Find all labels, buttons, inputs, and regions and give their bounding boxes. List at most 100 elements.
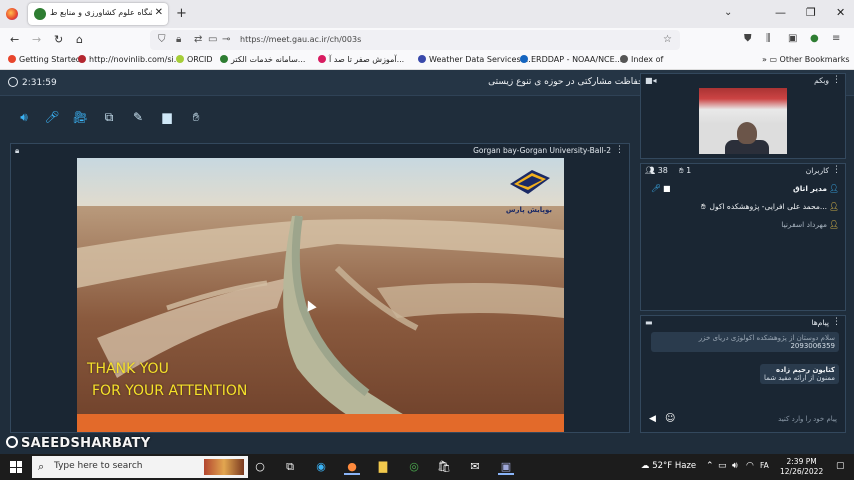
list-item[interactable]: ✋︎ محمد علی افرایی- پژوهشکده اکول... 👤︎ — [641, 199, 845, 217]
pocket-icon[interactable]: ⛊ — [744, 33, 752, 44]
wifi-icon[interactable]: ◠ — [746, 461, 754, 471]
bookmark-star-icon[interactable]: ☆ — [663, 34, 672, 45]
close-tab-icon[interactable]: ✕ — [155, 7, 163, 18]
camera-icon[interactable]: ■ — [663, 184, 671, 193]
microphone-icon[interactable]: 🎤︎ — [42, 108, 62, 126]
microphone-icon[interactable]: 🎤︎ — [651, 184, 661, 193]
bookmark-item[interactable]: سامانه خدمات الکتر... — [220, 55, 305, 64]
send-icon[interactable]: ◀ — [649, 414, 656, 424]
language-indicator[interactable]: FA — [760, 461, 769, 470]
mail-icon[interactable]: ✉ — [467, 459, 483, 475]
file-explorer-icon[interactable]: ▇ — [375, 459, 391, 475]
users-title: کاربران — [805, 166, 829, 175]
chat-header: ▬ پیام‌ها ⋮ — [641, 316, 845, 330]
folder-icon[interactable]: ▆ — [157, 108, 177, 126]
bookmark-label: سامانه خدمات الکتر... — [231, 55, 306, 64]
more-options-icon[interactable]: ⋮ — [832, 317, 841, 327]
volume-icon[interactable]: 🔊︎ — [732, 461, 738, 471]
browser-nav-bar: ← → ↻ ⌂ ⛉ 🔒︎ ⇄ ▭ ⊸ https://meet.gau.ac.i… — [0, 28, 854, 52]
list-item[interactable]: مهرداد اسفرنيا 👤︎ — [641, 217, 845, 235]
bookmark-favicon-icon — [8, 55, 16, 63]
bookmark-item[interactable]: http://novinlib.com/si... — [78, 55, 181, 64]
bookmark-item[interactable]: Index of — [620, 55, 663, 64]
chat-input[interactable]: ◀ ☺ پیام خود را وارد کنید — [645, 412, 841, 428]
tray-chevron-icon[interactable]: ⌃ — [706, 461, 714, 471]
address-bar[interactable]: ⛉ 🔒︎ ⇄ ▭ ⊸ https://meet.gau.ac.ir/ch/003… — [150, 30, 680, 50]
bookmark-label: Getting Started — [19, 55, 81, 64]
window-close-icon[interactable]: ✕ — [836, 6, 845, 19]
key-icon[interactable]: ⊸ — [222, 34, 230, 45]
bookmark-favicon-icon — [78, 55, 86, 63]
taskbar-clock[interactable]: 2:39 PM 12/26/2022 — [780, 457, 823, 477]
video-background — [699, 88, 787, 124]
bookmark-item[interactable]: Getting Started — [8, 55, 81, 64]
forward-icon[interactable]: → — [32, 33, 41, 46]
more-options-icon[interactable]: ⋮ — [832, 165, 841, 175]
chat-icon: ▬ — [645, 318, 653, 327]
lock-icon[interactable]: 🔒︎ — [15, 146, 19, 156]
edge-icon[interactable]: ◉ — [313, 459, 329, 475]
camera-permission-icon[interactable]: ▭ — [208, 34, 217, 45]
notifications-icon[interactable]: ▢ — [836, 461, 845, 471]
speaker-icon[interactable]: 🔊︎ — [14, 108, 34, 126]
watermark-text: SAEEDSHARBATY — [21, 436, 151, 451]
app-taskbar-icon[interactable]: ▣ — [498, 459, 514, 475]
bookmark-item[interactable]: ERDDAP - NOAA/NCE... — [520, 55, 622, 64]
permissions-icon[interactable]: ⇄ — [194, 34, 202, 45]
presentation-name: Gorgan bay-Gorgan University-Ball-2 — [473, 146, 611, 155]
app-menu-icon[interactable]: ≡ — [832, 33, 840, 44]
webcam-panel: ■◂ وبکم ⋮ — [640, 73, 846, 159]
user-count-value: 38 — [657, 166, 668, 175]
bookmark-item[interactable]: ORCID — [176, 55, 213, 64]
sidebar-icon[interactable]: ▣ — [788, 33, 797, 44]
taskbar-search[interactable]: ⌕ Type here to search — [32, 456, 248, 478]
shield-icon[interactable]: ⛉ — [158, 34, 166, 45]
library-icon[interactable]: ⫼ — [766, 33, 771, 44]
presentation-panel: 🔒︎ Gorgan bay-Gorgan University-Ball-2 ⋮ — [10, 143, 630, 433]
extension-icon[interactable]: ● — [810, 33, 819, 44]
reload-icon[interactable]: ↻ — [54, 33, 63, 46]
firefox-taskbar-icon[interactable]: ● — [344, 459, 360, 475]
raise-hand-icon[interactable]: ✋︎ — [186, 108, 206, 126]
slide-view[interactable]: بوپایش پارس THANK YOU FOR YOUR ATTENTION — [77, 158, 564, 432]
webcam-video[interactable] — [699, 88, 787, 154]
firefox-icon — [6, 8, 18, 20]
bookmark-label: Index of — [631, 55, 664, 64]
camera-icon[interactable]: 🎥︎ — [70, 108, 90, 126]
search-icon: ⌕ — [38, 460, 45, 473]
more-options-icon[interactable]: ⋮ — [615, 145, 624, 155]
chat-placeholder: پیام خود را وارد کنید — [778, 415, 837, 423]
store-icon[interactable]: 🛍︎ — [436, 459, 452, 475]
screen-share-icon[interactable]: ⧉ — [99, 108, 119, 126]
bookmark-item[interactable]: آموزش صفر تا صد آ... — [318, 55, 404, 64]
back-icon[interactable]: ← — [10, 33, 19, 46]
watermark-logo-icon — [6, 436, 18, 448]
other-bookmarks[interactable]: » ▭ Other Bookmarks — [762, 55, 850, 64]
restore-icon[interactable]: ❐ — [806, 6, 816, 19]
bookmarks-bar: Getting Started http://novinlib.com/si..… — [0, 52, 854, 70]
browser-tab[interactable]: دانشگاه علوم کشاورزی و منابع ط ✕ — [28, 3, 168, 25]
weather-widget[interactable]: ☁︎ 52°F Haze — [641, 461, 696, 471]
emoji-icon[interactable]: ☺ — [665, 413, 675, 424]
user-count: 👥︎ 38 — [645, 166, 668, 175]
chat-panel: ▬ پیام‌ها ⋮ سلام دوستان از پژوهشکده اکول… — [640, 315, 846, 433]
list-item[interactable]: 🎤︎ ■ مدیر اتاق 👤︎ — [641, 181, 845, 199]
new-tab-icon[interactable]: + — [176, 6, 187, 21]
video-person-head — [737, 122, 757, 144]
windows-start-icon[interactable] — [10, 461, 22, 473]
home-icon[interactable]: ⌂ — [76, 33, 83, 46]
pen-icon[interactable]: ✎ — [128, 108, 148, 126]
task-view-icon[interactable]: ⧉ — [282, 459, 298, 475]
lock-icon[interactable]: 🔒︎ — [176, 34, 181, 45]
slide-line-1: THANK YOU — [87, 361, 169, 377]
network-icon[interactable]: ▭ — [718, 461, 727, 471]
raised-hands: ✋︎ 1 — [679, 166, 692, 175]
chrome-icon[interactable]: ◎ — [406, 459, 422, 475]
bookmark-item[interactable]: Weather Data Services ... — [418, 55, 531, 64]
more-options-icon[interactable]: ⋮ — [832, 75, 841, 85]
message-text: ممنون از ارائه مفید شما — [764, 374, 835, 382]
list-tabs-chevron-icon[interactable]: ⌄ — [724, 7, 732, 18]
bookmark-label: http://novinlib.com/si... — [89, 55, 182, 64]
minimize-icon[interactable]: — — [775, 6, 786, 19]
cortana-icon[interactable]: ○ — [252, 459, 268, 475]
